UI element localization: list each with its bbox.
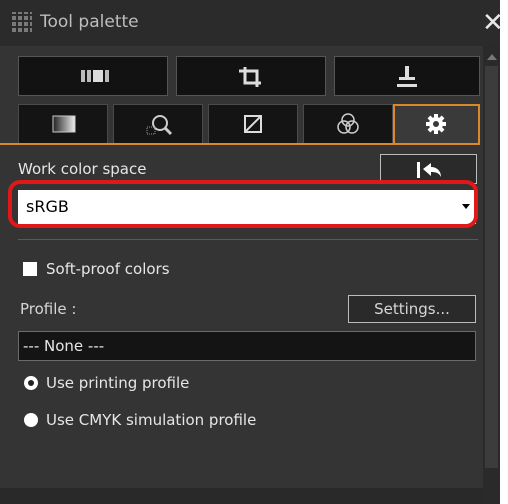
crop-button[interactable]	[176, 56, 326, 96]
title-bar[interactable]: Tool palette ✕	[0, 0, 504, 46]
tab-color-adjust[interactable]	[303, 104, 393, 144]
tab-panel-border	[0, 143, 480, 145]
divider	[18, 239, 478, 240]
use-printing-profile-radio[interactable]	[24, 376, 38, 390]
use-cmyk-simulation-label: Use CMYK simulation profile	[46, 411, 257, 429]
soft-proof-checkbox[interactable]	[23, 262, 37, 276]
highlight-annotation	[8, 180, 478, 228]
tab-tone-curve[interactable]	[208, 104, 298, 144]
stamp-button[interactable]	[334, 56, 480, 96]
filmstrip-button[interactable]	[18, 56, 168, 96]
image-quality-icon	[52, 115, 76, 133]
profile-value: --- None ---	[23, 337, 105, 355]
palette-grid-icon	[10, 12, 32, 34]
use-cmyk-simulation-radio[interactable]	[24, 413, 38, 427]
crop-icon	[239, 67, 261, 87]
tone-curve-icon	[244, 115, 262, 133]
profile-field[interactable]: --- None ---	[18, 331, 476, 361]
tool-palette-window: Tool palette ✕ Work color space sRGB Sof…	[0, 0, 504, 504]
profile-label: Profile :	[20, 300, 77, 318]
work-color-space-label: Work color space	[18, 160, 147, 178]
settings-gear-icon	[426, 114, 446, 134]
lens-correction-icon	[146, 115, 173, 136]
stamp-icon	[397, 66, 417, 87]
soft-proof-label: Soft-proof colors	[46, 260, 170, 278]
tab-image-quality[interactable]	[18, 104, 108, 144]
filmstrip-icon	[81, 70, 109, 82]
use-printing-profile-label: Use printing profile	[46, 374, 190, 392]
tab-lens-correction[interactable]	[113, 104, 203, 144]
scroll-up-arrow-icon[interactable]	[487, 54, 497, 60]
scrollbar-thumb[interactable]	[485, 66, 498, 468]
settings-button[interactable]: Settings...	[348, 295, 476, 323]
window-title: Tool palette	[40, 12, 139, 32]
bottom-bar	[0, 488, 483, 504]
color-adjust-icon	[337, 113, 359, 134]
tab-settings[interactable]	[393, 104, 480, 145]
close-icon[interactable]: ✕	[482, 8, 504, 38]
reset-arrow-icon	[417, 162, 441, 178]
